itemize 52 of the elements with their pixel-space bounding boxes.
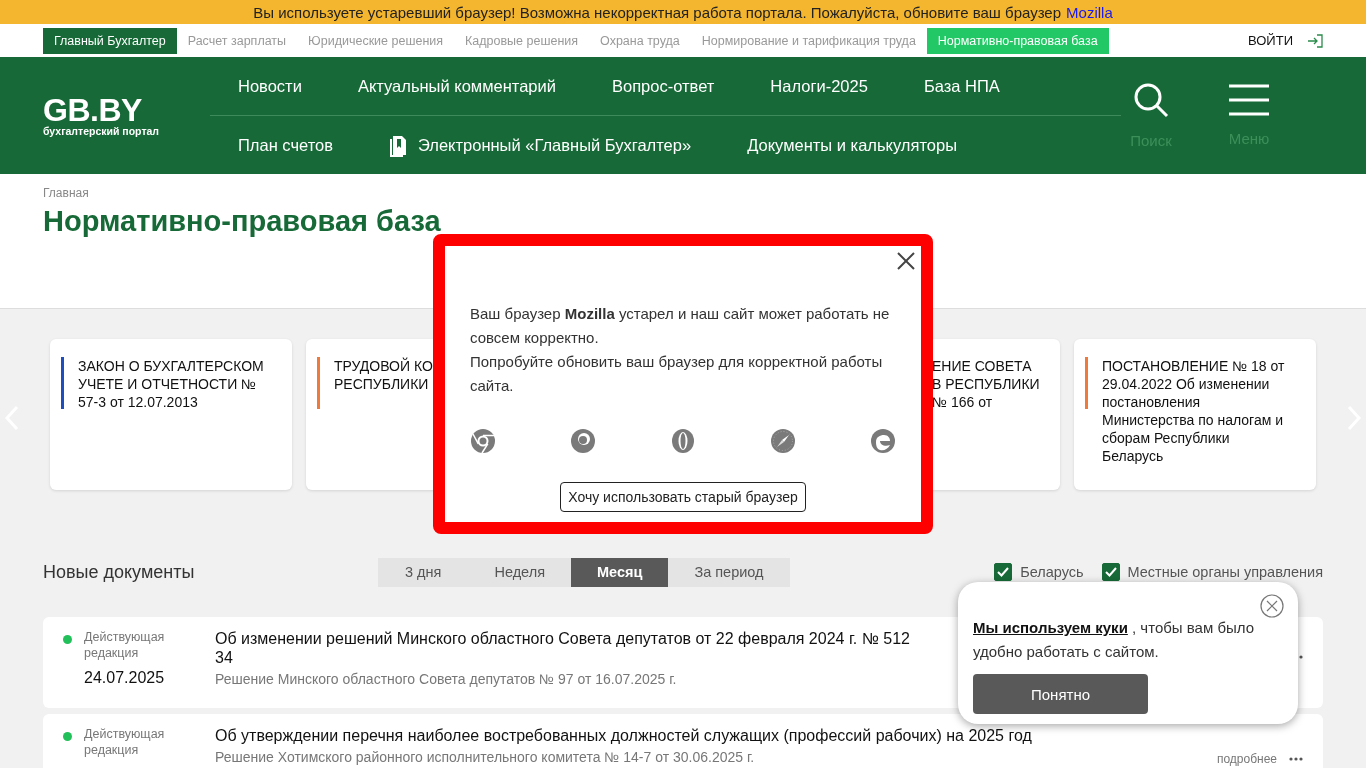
checkbox-label[interactable]: Местные органы управления <box>1127 564 1323 580</box>
nav-link[interactable]: Налоги-2025 <box>770 76 868 96</box>
browser-icon[interactable] <box>870 428 896 454</box>
status-text: Действующая редакция <box>84 629 166 661</box>
section-heading: Новые документы <box>43 561 196 583</box>
document-source: Решение Минского областного Совета депутатов № 97 от 16.07.2025 г. <box>215 671 678 687</box>
period-tab[interactable]: Месяц <box>571 557 669 587</box>
card-title: ЗАКОН О БУХГАЛТЕРСКОМ УЧЕТЕ И ОТЧЕТНОСТИ № 57-3 от 12.07.2013 <box>78 357 264 411</box>
checkbox[interactable] <box>994 563 1013 581</box>
period-tab[interactable]: За период <box>668 557 790 587</box>
period-tab[interactable]: 3 дня <box>378 557 469 587</box>
details-link[interactable]: подробнее <box>1216 752 1277 766</box>
nav-link[interactable]: Актуальный комментарий <box>357 76 556 96</box>
cookie-text: Мы используем куки , чтобы вам было удобно работать с сайтом. <box>973 618 1256 662</box>
warning-text: Вы используете устаревший браузер! Возможна некорректная работа портала. Пожалуйста, обновите ваш браузер <box>253 3 1062 21</box>
browser-icon[interactable] <box>670 428 696 454</box>
close-icon[interactable] <box>1260 594 1284 618</box>
site-logo[interactable]: GB.BY бухгалтерский портал <box>43 57 210 174</box>
site-tab[interactable]: Главный Бухгалтер <box>43 27 177 54</box>
cookie-link[interactable]: Мы используем куки <box>973 619 1128 636</box>
card-title: ТРУДОВОЙ КО РЕСПУБЛИКИ <box>334 357 433 393</box>
menu-icon[interactable] <box>1228 84 1270 116</box>
nav-link[interactable]: База НПА <box>923 76 1000 96</box>
document-date: 24.07.2025 <box>84 669 166 687</box>
compass-icon[interactable] <box>770 428 796 454</box>
checkbox[interactable] <box>1101 563 1120 581</box>
card-title: ПОСТАНОВЛЕНИЕ № 18 от 29.04.2022 Об изменении постановления Министерства по налогам и сборам Республики Беларусь <box>1102 357 1285 465</box>
nav-link[interactable]: Документы и калькуляторы <box>747 135 957 155</box>
page-title: Нормативно-правовая база <box>43 205 442 238</box>
breadcrumb-link[interactable]: Главная <box>43 186 89 200</box>
close-icon[interactable] <box>897 252 915 270</box>
browser-icon[interactable] <box>470 428 496 454</box>
period-tab[interactable]: Неделя <box>468 557 571 587</box>
card-title: ЕНИЕ СОВЕТА В РЕСПУБЛИКИ № 166 от <box>932 357 1040 411</box>
nav-link[interactable]: Вопрос-ответ <box>612 76 715 96</box>
document-source: Решение Хотимского районного исполнительного комитета № 14-7 от 30.06.2025 г. <box>215 749 756 765</box>
use-old-browser-button[interactable]: Хочу использовать старый браузер <box>560 482 806 512</box>
nav-link[interactable]: Электронный «Главный Бухгалтер» <box>388 133 692 157</box>
document-card[interactable]: ПОСТАНОВЛЕНИЕ № 18 от 29.04.2022 Об изменении постановления Министерства по налогам и сборам Республики Беларусь <box>1074 339 1316 490</box>
document-title[interactable]: Об утверждении перечня наиболее востребованных должностей служащих (профессий рабочих) на 2025 год <box>215 726 1217 745</box>
checkbox-label[interactable]: Беларусь <box>1020 564 1084 580</box>
document-card[interactable]: ЗАКОН О БУХГАЛТЕРСКОМ УЧЕТЕ И ОТЧЕТНОСТИ № 57-3 от 12.07.2013 <box>50 339 292 490</box>
browser-icon[interactable] <box>570 428 596 454</box>
nav-link[interactable]: План счетов <box>238 135 333 155</box>
status-text: Действующая редакция <box>84 726 166 758</box>
login-icon[interactable] <box>1307 33 1323 48</box>
accept-button[interactable]: Понятно <box>973 674 1148 714</box>
nav-link[interactable]: Новости <box>238 76 302 96</box>
login-link[interactable]: ВОЙТИ <box>1248 33 1293 48</box>
more-icon[interactable] <box>1289 757 1303 761</box>
search-icon[interactable] <box>1133 82 1169 118</box>
browser-link[interactable]: Mozilla <box>1066 3 1113 21</box>
